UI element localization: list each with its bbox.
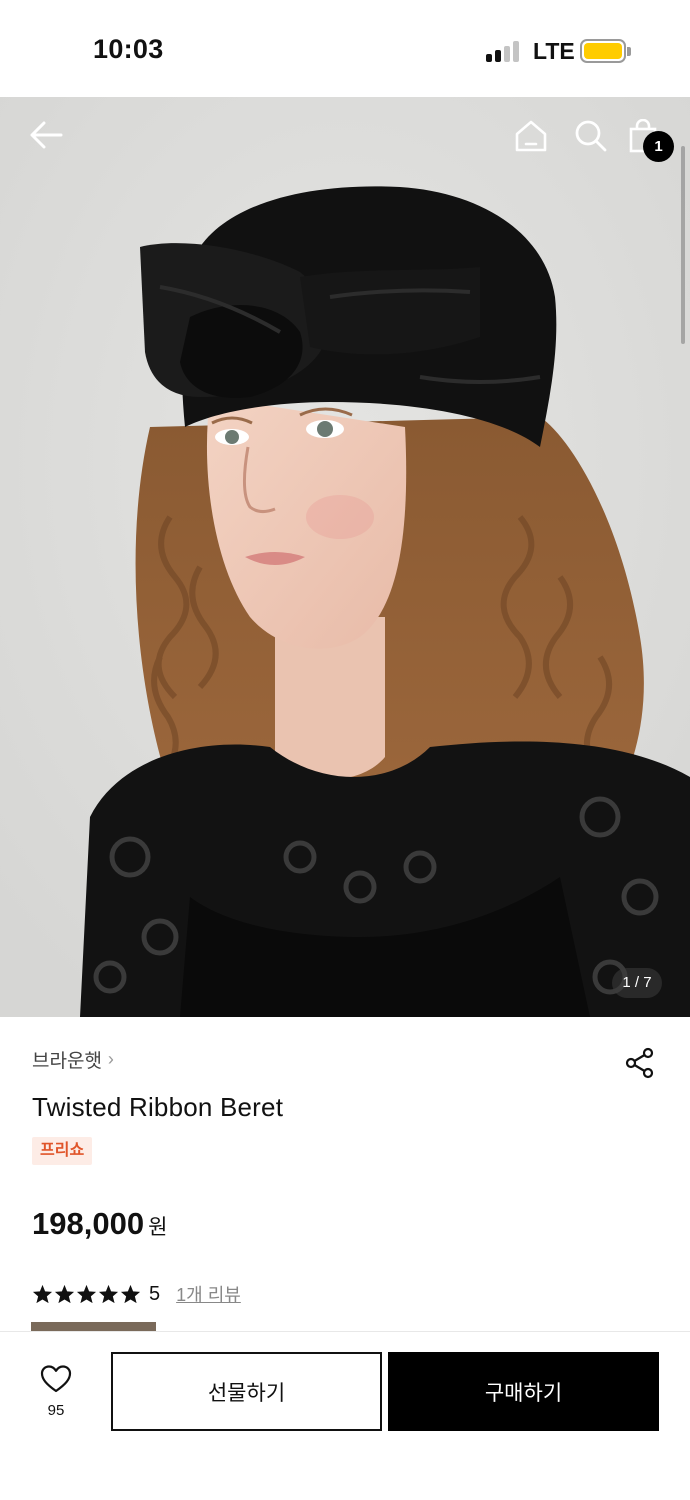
like-count: 95 [47,1402,65,1419]
back-arrow-icon[interactable] [28,119,64,156]
gallery-counter: 1 / 7 [612,968,662,998]
brand-name: 브라운햇 [32,1051,102,1072]
product-photo [0,97,690,1017]
star-icon [98,1284,119,1304]
star-icon [76,1284,97,1304]
price-value: 198,000 [32,1206,145,1241]
preshow-tag: 프리쇼 [32,1137,93,1165]
share-icon[interactable] [624,1047,656,1079]
review-link[interactable]: 1개 리뷰 [176,1281,241,1307]
search-icon[interactable] [574,119,608,158]
battery-icon [580,39,631,63]
star-icon [120,1284,141,1304]
brand-link[interactable]: 브라운햇 › [32,1046,114,1073]
heart-icon [40,1365,72,1393]
cart-count-badge[interactable]: 1 [643,131,674,162]
price-currency: 원 [148,1216,168,1239]
gift-button[interactable]: 선물하기 [111,1352,382,1431]
image-header [0,97,690,177]
rating-score: 5 [149,1282,161,1305]
rating-stars [32,1284,141,1304]
home-icon[interactable] [514,119,548,158]
status-time: 10:03 [93,34,164,64]
chevron-right-icon: › [107,1049,114,1069]
product-image[interactable] [0,97,690,1017]
network-type: LTE [533,38,575,64]
status-bar: 10:03 LTE [0,0,690,97]
signal-strength-icon [486,40,522,62]
price: 198,000 원 [32,1206,167,1242]
rating: 5 1개 리뷰 [32,1281,241,1307]
product-title: Twisted Ribbon Beret [32,1092,284,1122]
scrollbar[interactable] [681,146,685,344]
buy-button[interactable]: 구매하기 [388,1352,659,1431]
star-icon [32,1284,53,1304]
star-icon [54,1284,75,1304]
